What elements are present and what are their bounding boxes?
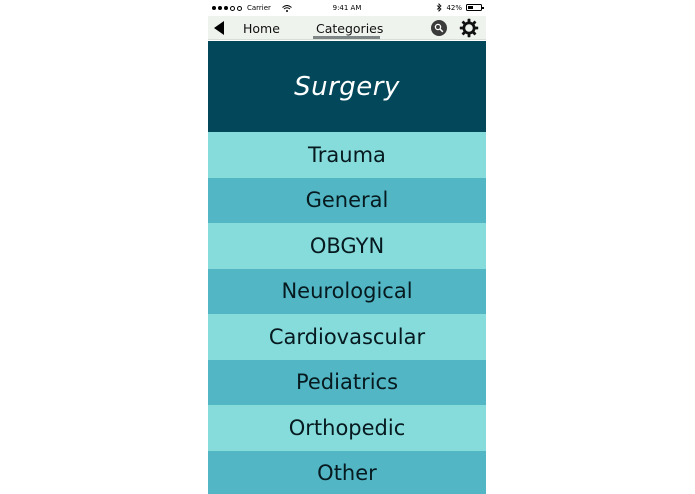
active-tab-indicator: [313, 36, 380, 39]
nav-bar: Home Categories: [208, 16, 486, 40]
battery-fill: [468, 6, 474, 9]
category-item-pediatrics[interactable]: Pediatrics: [208, 359, 486, 405]
battery-icon: [466, 4, 484, 11]
category-item-obgyn[interactable]: OBGYN: [208, 223, 486, 269]
category-item-trauma[interactable]: Trauma: [208, 132, 486, 178]
bluetooth-icon: [437, 3, 443, 12]
category-list: Trauma General OBGYN Neurological Cardiovasc…: [208, 132, 486, 494]
battery-percent: 42%: [446, 3, 462, 12]
status-right: 42%: [436, 3, 484, 12]
category-item-other[interactable]: Other: [208, 450, 486, 494]
section-header: Surgery: [208, 41, 486, 132]
battery-cap: [482, 7, 484, 9]
nav-categories-tab[interactable]: Categories: [316, 21, 383, 36]
page-title: Surgery: [294, 71, 400, 102]
search-icon[interactable]: [431, 20, 447, 36]
nav-home-link[interactable]: Home: [243, 21, 280, 36]
back-arrow-icon[interactable]: [214, 21, 224, 35]
category-item-orthopedic[interactable]: Orthopedic: [208, 405, 486, 451]
phone-screen: Carrier 9:41 AM 42% Home Categories Surg…: [208, 0, 486, 494]
category-item-neurological[interactable]: Neurological: [208, 268, 486, 314]
category-item-cardiovascular[interactable]: Cardiovascular: [208, 314, 486, 360]
category-item-general[interactable]: General: [208, 177, 486, 223]
gear-icon[interactable]: [459, 18, 479, 38]
status-bar: Carrier 9:41 AM 42%: [208, 0, 486, 16]
